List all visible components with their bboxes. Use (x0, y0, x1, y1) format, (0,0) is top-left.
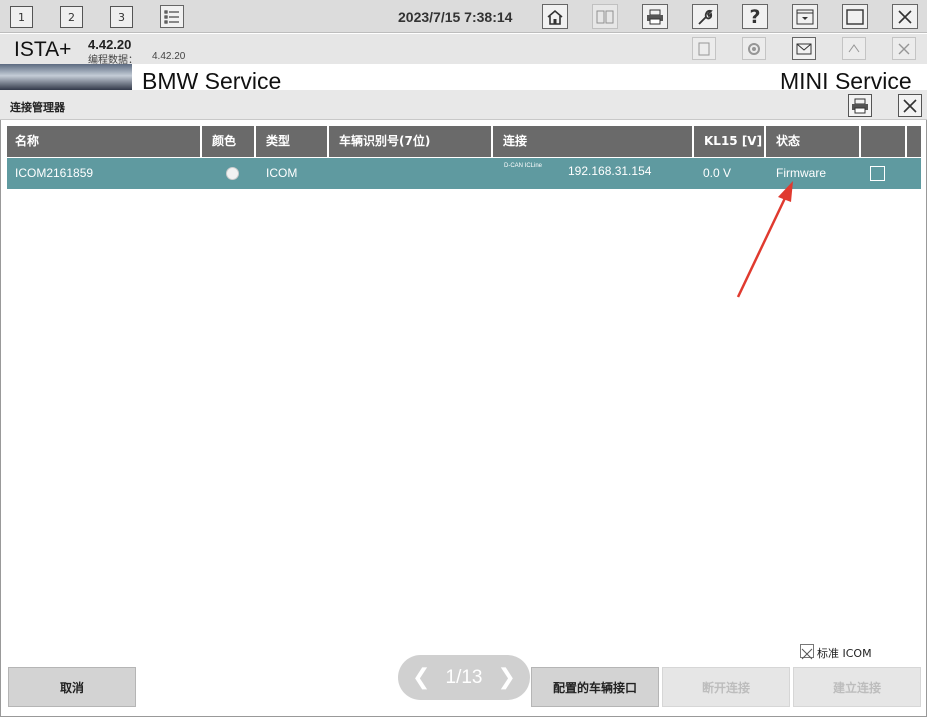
dialog-print-icon[interactable] (848, 94, 872, 117)
row-select-checkbox[interactable] (870, 166, 885, 181)
dialog-close-icon[interactable] (898, 94, 922, 117)
pager-prev-icon[interactable]: ❮ (412, 666, 430, 689)
app-name: ISTA+ (14, 38, 72, 61)
column-header-kl15[interactable]: KL15 [V] (696, 126, 766, 157)
cell-color-indicator (226, 167, 239, 180)
app-header-bar (0, 34, 927, 64)
compare-icon[interactable] (592, 4, 618, 29)
configure-interface-button[interactable]: 配置的车辆接口 (531, 667, 659, 707)
column-header-connection[interactable]: 连接 (495, 126, 694, 157)
column-header-type[interactable]: 类型 (258, 126, 329, 157)
column-header-name[interactable]: 名称 (7, 126, 202, 157)
tab-2-button[interactable]: 2 (60, 6, 83, 28)
tab-3-button[interactable]: 3 (110, 6, 133, 28)
disconnect-button[interactable]: 断开连接 (662, 667, 790, 707)
datetime-display: 2023/7/15 7:38:14 (398, 9, 513, 25)
air-icon[interactable] (842, 37, 866, 60)
cell-connection-ip: 192.168.31.154 (568, 164, 652, 178)
cell-connection-tag: D-CAN ICLine (504, 163, 543, 169)
cell-status: Firmware (776, 166, 826, 180)
document-icon[interactable] (692, 37, 716, 60)
pager-next-icon[interactable]: ❯ (498, 666, 516, 689)
connect-button[interactable]: 建立连接 (793, 667, 921, 707)
pager: ❮ 1/13 ❯ (398, 655, 530, 700)
cancel-button[interactable]: 取消 (8, 667, 136, 707)
banner-image (0, 64, 132, 90)
cell-kl15: 0.0 V (703, 166, 732, 180)
maximize-icon[interactable] (842, 4, 868, 29)
settings-gear-icon[interactable] (742, 37, 766, 60)
tab-1-button[interactable]: 1 (10, 6, 33, 28)
wrench-icon[interactable] (692, 4, 718, 29)
close-app-icon[interactable] (892, 4, 918, 29)
help-icon[interactable]: ? (742, 4, 768, 29)
pager-text: 1/13 (445, 666, 483, 688)
list-icon[interactable] (160, 5, 184, 28)
standard-icom-checkbox[interactable] (800, 644, 814, 660)
app-version: 4.42.20 (88, 37, 132, 52)
column-header-select[interactable] (863, 126, 907, 157)
dialog-title-bar (0, 90, 927, 120)
column-header-color[interactable]: 颜色 (204, 126, 256, 157)
home-icon[interactable] (542, 4, 568, 29)
mail-icon[interactable] (792, 37, 816, 60)
column-header-status[interactable]: 状态 (768, 126, 861, 157)
close-secondary-icon[interactable] (892, 37, 916, 60)
dropdown-panel-icon[interactable] (792, 4, 818, 29)
programming-data-version: 4.42.20 (152, 51, 186, 62)
cell-name: ICOM2161859 (15, 166, 94, 180)
standard-icom-label: 标准 ICOM (817, 647, 872, 660)
printer-icon[interactable] (642, 4, 668, 29)
cell-type: ICOM (266, 166, 298, 180)
column-header-vin[interactable]: 车辆识别号(7位) (331, 126, 493, 157)
dialog-title: 连接管理器 (10, 101, 65, 114)
